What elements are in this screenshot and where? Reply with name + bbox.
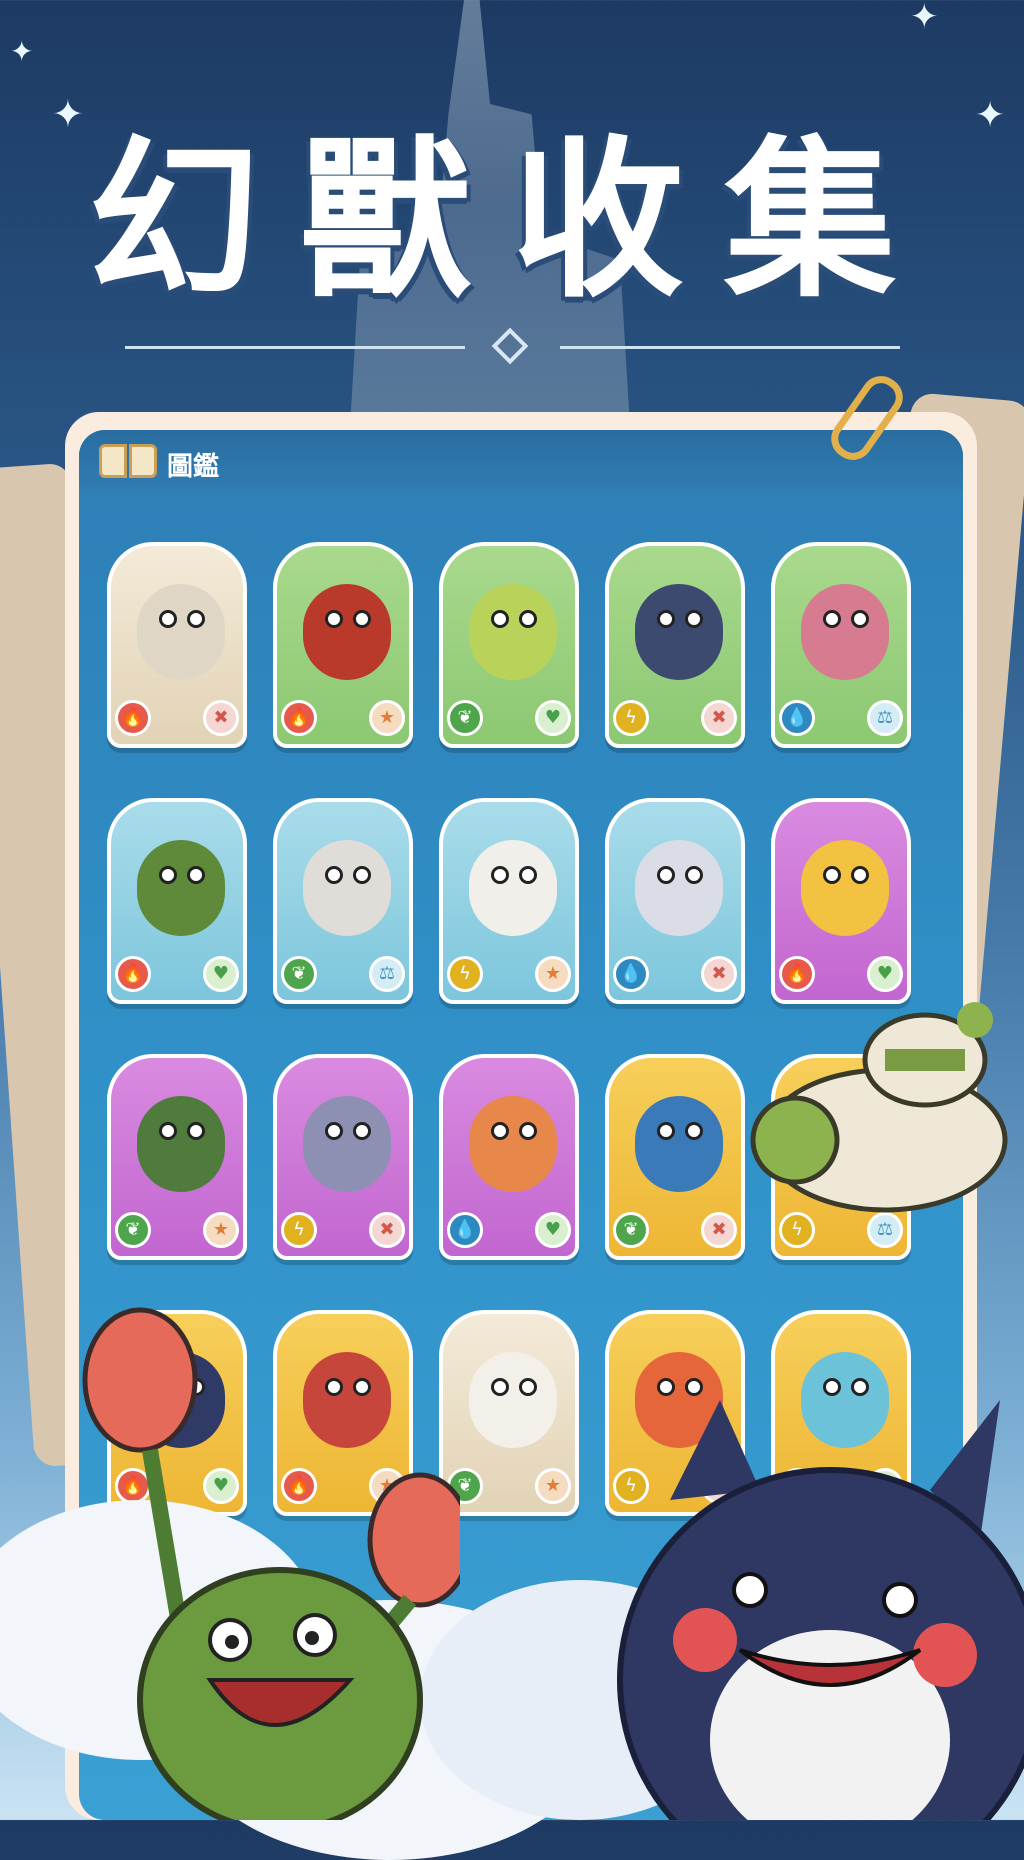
creature-portrait: [137, 840, 225, 936]
creature-card[interactable]: ❦ ✖: [605, 1054, 745, 1260]
creature-portrait: [469, 1352, 557, 1448]
creature-portrait: [303, 584, 391, 680]
heart-icon: ♥: [867, 956, 903, 992]
heart-icon: ♥: [203, 956, 239, 992]
scale-icon: ⚖: [369, 956, 405, 992]
creature-card[interactable]: 🔥 ♥: [771, 798, 911, 1004]
creature-card[interactable]: 💧 ⚖: [771, 542, 911, 748]
creature-portrait: [469, 840, 557, 936]
title-divider-left: [125, 346, 465, 349]
creature-portrait: [635, 1096, 723, 1192]
star-icon: ★: [535, 1468, 571, 1504]
panel-header-title: 圖鑑: [167, 452, 220, 482]
leaf-icon: ❦: [115, 1212, 151, 1248]
creature-portrait: [303, 840, 391, 936]
scale-icon: ⚖: [867, 700, 903, 736]
creature-card[interactable]: ❦ ⚖: [273, 798, 413, 1004]
title-divider-right: [560, 346, 900, 349]
bolt-icon: ϟ: [613, 700, 649, 736]
leaf-icon: ❦: [281, 956, 317, 992]
water-drop-icon: 💧: [447, 1212, 483, 1248]
creature-card[interactable]: ϟ✖: [273, 1054, 413, 1260]
creature-card[interactable]: ϟ✖: [605, 542, 745, 748]
flame-icon: 🔥: [115, 700, 151, 736]
creature-card[interactable]: 🔥 ♥: [107, 798, 247, 1004]
navy-whale-monster: [617, 1400, 1024, 1820]
sparkle-icon: ✦: [910, 0, 939, 37]
creature-card[interactable]: ❦ ★: [107, 1054, 247, 1260]
creature-card[interactable]: 🔥 ★: [273, 542, 413, 748]
green-sprout-monster: [82, 1307, 460, 1820]
leaf-icon: ❦: [613, 1212, 649, 1248]
creature-portrait: [137, 584, 225, 680]
creature-card[interactable]: 🔥 ✖: [107, 542, 247, 748]
sparkle-icon: ✦: [10, 35, 34, 68]
creature-card[interactable]: ❦ ★: [439, 1310, 579, 1516]
book-icon: [99, 444, 157, 480]
creature-portrait: [635, 584, 723, 680]
creature-card[interactable]: 💧 ✖: [605, 798, 745, 1004]
creature-portrait: [137, 1096, 225, 1192]
heart-icon: ♥: [535, 700, 571, 736]
leaf-icon: ❦: [447, 700, 483, 736]
creature-card[interactable]: ❦ ♥: [439, 542, 579, 748]
bolt-icon: ϟ: [281, 1212, 317, 1248]
star-icon: ★: [369, 700, 405, 736]
cream-leaf-monster: [750, 1002, 1008, 1213]
creature-portrait: [469, 584, 557, 680]
star-icon: ★: [203, 1212, 239, 1248]
star-icon: ★: [535, 956, 571, 992]
creature-portrait: [303, 1096, 391, 1192]
flame-icon: 🔥: [281, 700, 317, 736]
cross-icon: ✖: [701, 700, 737, 736]
water-drop-icon: 💧: [779, 700, 815, 736]
water-drop-icon: 💧: [613, 956, 649, 992]
creature-card[interactable]: 💧♥: [439, 1054, 579, 1260]
flame-icon: 🔥: [115, 956, 151, 992]
cross-icon: ✖: [203, 700, 239, 736]
cross-icon: ✖: [701, 1212, 737, 1248]
creature-portrait: [801, 840, 889, 936]
cross-icon: ✖: [369, 1212, 405, 1248]
flame-icon: 🔥: [779, 956, 815, 992]
bolt-icon: ϟ: [447, 956, 483, 992]
creature-portrait: [801, 584, 889, 680]
heart-icon: ♥: [535, 1212, 571, 1248]
cross-icon: ✖: [701, 956, 737, 992]
creature-card[interactable]: ϟ ★: [439, 798, 579, 1004]
creature-portrait: [635, 840, 723, 936]
creature-portrait: [469, 1096, 557, 1192]
page-title: 幻獸收集: [88, 120, 936, 321]
